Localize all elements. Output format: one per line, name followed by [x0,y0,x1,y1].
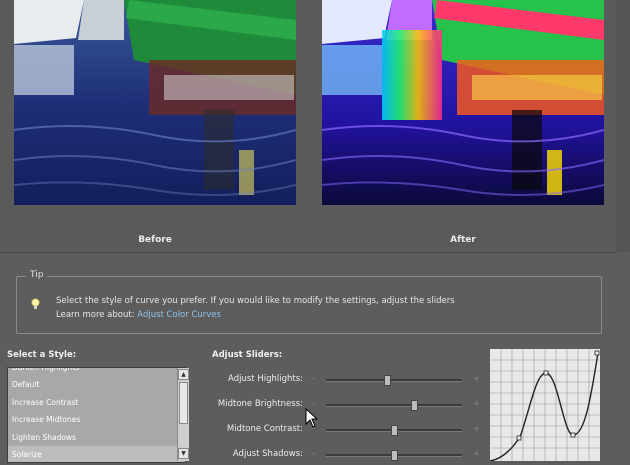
curve-graph [489,349,600,462]
adjust-sliders-heading: Adjust Sliders: [212,350,283,360]
adjust-highlights-label: Adjust Highlights: [228,374,303,384]
highlights-plus: + [473,374,480,383]
after-image [322,0,604,205]
shadows-minus: – [311,449,315,458]
after-label: After [450,235,476,245]
highlights-slider-track[interactable] [326,379,462,382]
adjust-color-curves-link[interactable]: Adjust Color Curves [137,310,221,320]
adjust-shadows-label: Adjust Shadows: [232,449,303,459]
style-item-solarize[interactable]: Solarize [8,445,185,462]
shadows-plus: + [473,449,480,458]
style-item-lighten-shadows[interactable]: Lighten Shadows [8,429,185,446]
mouse-pointer-icon [305,408,319,428]
select-style-heading: Select a Style: [7,350,77,360]
tip-message: Select the style of curve you prefer. If… [56,296,455,306]
style-item-increase-contrast[interactable]: Increase Contrast [8,394,185,411]
style-item-darken-highlights[interactable]: Darken Highlights [8,368,185,376]
brightness-plus: + [473,399,480,408]
brightness-minus: – [311,399,315,408]
style-list[interactable]: Darken Highlights Default Increase Contr… [7,367,186,463]
learn-more-label: Learn more about: [56,310,135,320]
style-item-default[interactable]: Default [8,376,185,393]
contrast-plus: + [473,424,480,433]
highlights-slider-thumb[interactable] [384,375,392,386]
brightness-slider-track[interactable] [326,404,462,407]
highlights-minus: – [311,374,315,383]
tip-learn-more: Learn more about: Adjust Color Curves [56,310,221,320]
lightbulb-icon [31,298,40,309]
preview-panel: Before After [0,0,617,253]
before-image [14,0,296,205]
midtone-brightness-label: Midtone Brightness: [217,399,303,409]
tip-title: Tip [26,270,48,280]
shadows-slider-thumb[interactable] [391,450,398,461]
before-label: Before [138,235,172,245]
style-item-increase-midtones[interactable]: Increase Midtones [8,411,185,428]
dialog-edge [616,0,630,252]
midtone-contrast-label: Midtone Contrast: [226,424,303,434]
brightness-slider-thumb[interactable] [411,400,419,411]
contrast-slider-thumb[interactable] [391,425,398,436]
